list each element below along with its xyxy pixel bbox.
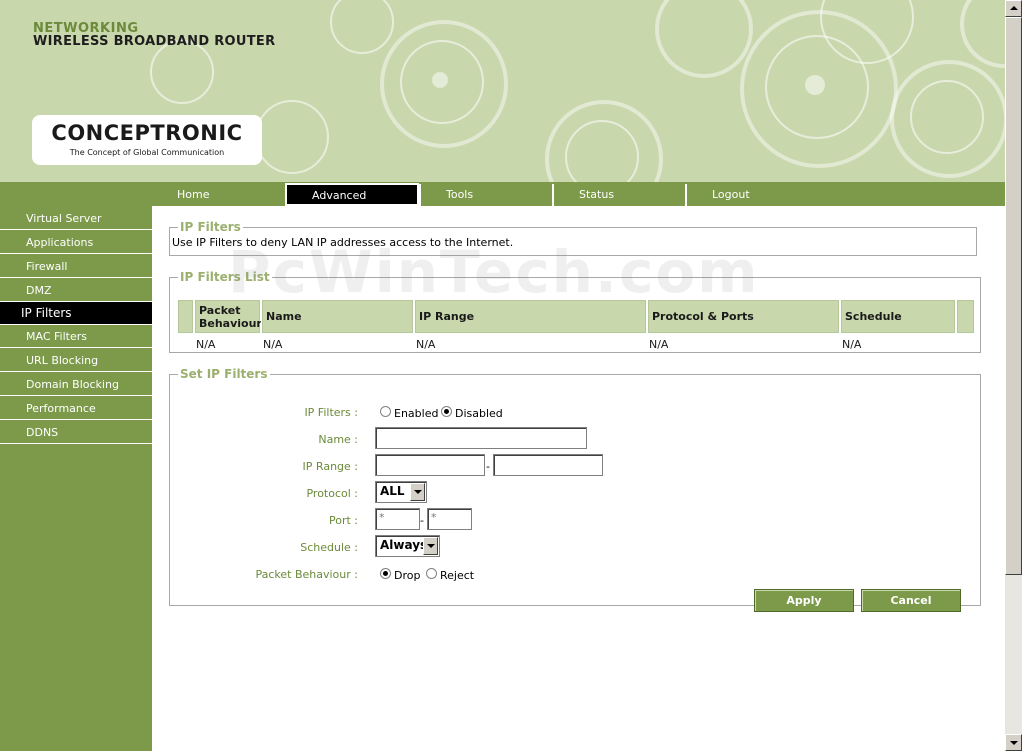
header-banner: NETWORKING WIRELESS BROADBAND ROUTER CON… [0, 0, 1005, 182]
sidebar-item-applications[interactable]: Applications [0, 231, 152, 254]
protocol-label: Protocol : [306, 487, 358, 500]
ip-filters-title: IP Filters [180, 220, 241, 234]
column-header-schedule: Schedule [840, 299, 956, 334]
scroll-down-button[interactable] [1005, 734, 1022, 751]
port-start-input[interactable]: * [375, 508, 420, 530]
schedule-label: Schedule : [300, 541, 358, 554]
chevron-down-icon [410, 483, 425, 501]
table-cell-name: N/A [263, 338, 283, 351]
table-cell-ip-range: N/A [416, 338, 436, 351]
sidebar: Virtual Server Applications Firewall DMZ… [0, 182, 152, 751]
logo-text: CONCEPTRONIC [51, 121, 243, 145]
decor-ring [655, 0, 753, 78]
vertical-scrollbar[interactable] [1005, 0, 1022, 751]
tab-advanced[interactable]: Advanced [285, 183, 419, 206]
brand-product-name: WIRELESS BROADBAND ROUTER [33, 34, 276, 49]
table-cell-packet-behaviour: N/A [196, 338, 216, 351]
sidebar-item-ddns[interactable]: DDNS [0, 421, 152, 444]
decor-ring [150, 40, 214, 104]
set-ip-filters-title: Set IP Filters [180, 367, 268, 381]
ip-range-label: IP Range : [302, 460, 358, 473]
enabled-radio[interactable] [380, 406, 391, 417]
logo: CONCEPTRONIC The Concept of Global Commu… [32, 115, 262, 165]
schedule-select[interactable]: Always [375, 535, 440, 557]
protocol-select[interactable]: ALL [375, 481, 427, 503]
reject-radio-label: Reject [440, 569, 475, 582]
sidebar-item-domain-blocking[interactable]: Domain Blocking [0, 373, 152, 396]
ip-filters-list-section: IP Filters List Packet Behaviour Name IP… [169, 270, 981, 353]
column-header-packet-behaviour: Packet Behaviour [194, 299, 262, 334]
tab-tools[interactable]: Tools [419, 184, 552, 206]
table-header-spacer [956, 299, 975, 334]
apply-button[interactable]: Apply [754, 589, 854, 612]
enabled-radio-label: Enabled [394, 407, 439, 420]
tab-home[interactable]: Home [152, 184, 285, 206]
disabled-radio-label: Disabled [455, 407, 503, 420]
set-ip-filters-section: Set IP Filters IP Filters : Enabled Disa… [169, 367, 981, 612]
sidebar-item-performance[interactable]: Performance [0, 397, 152, 420]
disabled-radio[interactable] [441, 406, 452, 417]
sidebar-item-dmz[interactable]: DMZ [0, 279, 152, 302]
reject-radio[interactable] [426, 568, 437, 579]
decor-ring [960, 0, 1005, 68]
table-cell-schedule: N/A [842, 338, 862, 351]
decor-ring [255, 100, 329, 174]
chevron-down-icon [423, 537, 438, 555]
port-label: Port : [328, 514, 358, 527]
scrollbar-thumb[interactable] [1005, 17, 1022, 575]
decor-dot [805, 75, 825, 95]
decor-ring [910, 80, 984, 154]
drop-radio[interactable] [380, 568, 391, 579]
column-header-ip-range: IP Range [414, 299, 647, 334]
top-nav: Home Advanced Tools Status Logout [152, 182, 1005, 206]
logo-tagline: The Concept of Global Communication [69, 148, 225, 157]
table-cell-protocol-ports: N/A [649, 338, 669, 351]
column-header-protocol-ports: Protocol & Ports [647, 299, 840, 334]
ip-range-start-input[interactable] [375, 454, 485, 476]
column-header-name: Name [261, 299, 414, 334]
name-input[interactable] [375, 427, 587, 449]
tab-status[interactable]: Status [552, 184, 685, 206]
port-end-input[interactable]: * [427, 508, 472, 530]
scroll-up-button[interactable] [1005, 0, 1022, 17]
ip-range-separator: - [486, 460, 490, 473]
tab-logout[interactable]: Logout [685, 184, 818, 206]
schedule-select-value: Always [380, 538, 428, 552]
arrow-down-icon [1010, 741, 1018, 745]
protocol-select-value: ALL [380, 484, 405, 498]
sidebar-item-firewall[interactable]: Firewall [0, 255, 152, 278]
sidebar-item-mac-filters[interactable]: MAC Filters [0, 325, 152, 348]
decor-ring [330, 0, 394, 54]
drop-radio-label: Drop [394, 569, 421, 582]
ip-filters-description: Use IP Filters to deny LAN IP addresses … [172, 236, 514, 249]
name-label: Name : [318, 433, 358, 446]
cancel-button[interactable]: Cancel [861, 589, 961, 612]
ip-filters-label: IP Filters : [304, 406, 358, 419]
ip-filters-list-title: IP Filters List [180, 270, 270, 284]
port-separator: - [420, 514, 424, 527]
sidebar-item-virtual-server[interactable]: Virtual Server [0, 207, 152, 230]
sidebar-item-ip-filters[interactable]: IP Filters [0, 302, 152, 325]
sidebar-item-url-blocking[interactable]: URL Blocking [0, 349, 152, 372]
ip-filters-section: IP Filters Use IP Filters to deny LAN IP… [169, 220, 977, 256]
arrow-up-icon [1010, 6, 1018, 10]
decor-dot [432, 72, 448, 88]
table-header-spacer [177, 299, 194, 334]
packet-behaviour-label: Packet Behaviour : [255, 568, 358, 581]
ip-range-end-input[interactable] [493, 454, 603, 476]
